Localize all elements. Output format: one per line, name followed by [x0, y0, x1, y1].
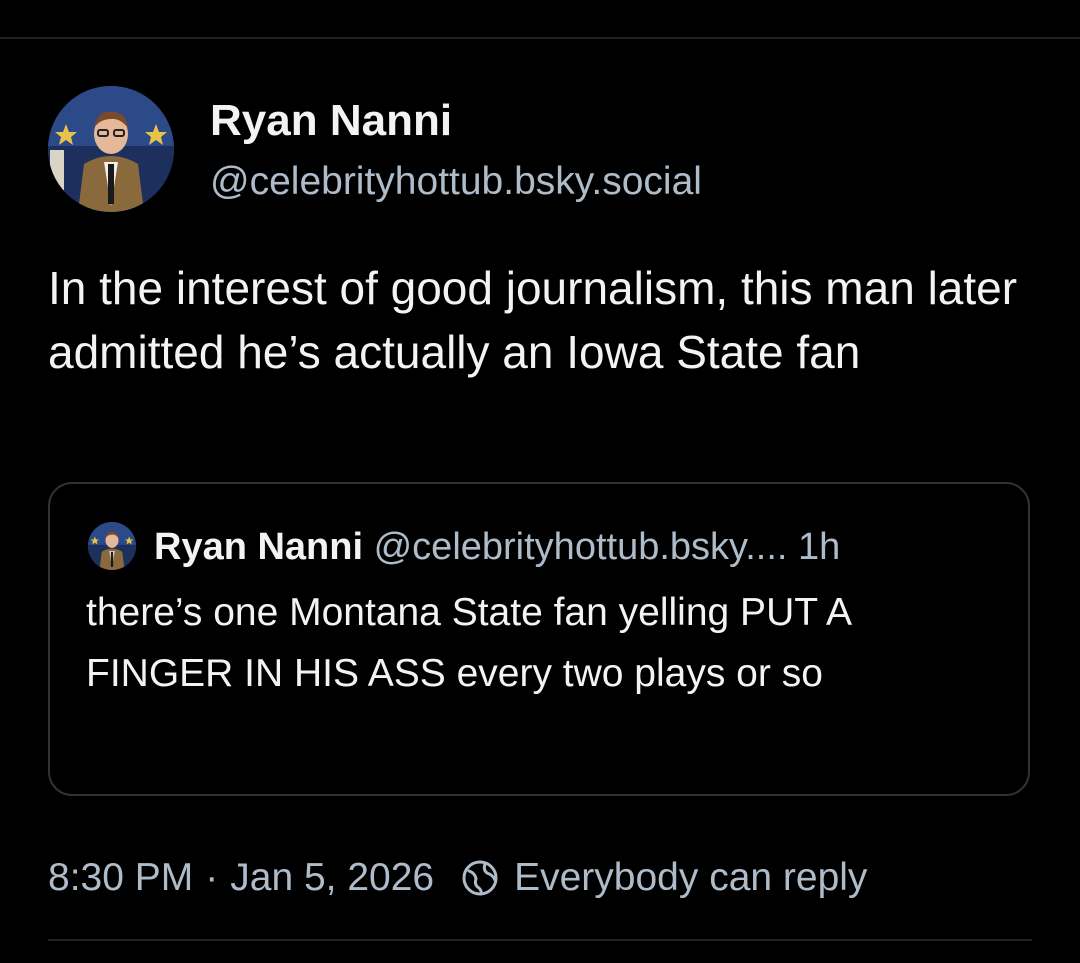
reply-setting[interactable]: Everybody can reply: [460, 856, 867, 900]
quoted-author-avatar[interactable]: [88, 522, 136, 570]
post-time: 8:30 PM: [48, 856, 194, 899]
post-text: In the interest of good journalism, this…: [48, 262, 1018, 378]
bottom-divider: [48, 939, 1032, 941]
globe-icon: [462, 860, 498, 896]
quoted-post-time: 1h: [798, 526, 841, 568]
author-avatar[interactable]: [48, 86, 174, 212]
user-avatar-icon: [88, 522, 136, 570]
quoted-post-header: Ryan Nanni @celebrityhottub.bsky.... 1h: [154, 522, 840, 572]
post-date: Jan 5, 2026: [230, 856, 435, 899]
user-avatar-icon: [48, 86, 174, 212]
author-display-name[interactable]: Ryan Nanni: [210, 96, 452, 146]
post-meta-row: 8:30 PM · Jan 5, 2026 Everybody can repl…: [48, 852, 867, 904]
quoted-post-card[interactable]: Ryan Nanni @celebrityhottub.bsky.... 1h …: [48, 482, 1030, 796]
reply-setting-label: Everybody can reply: [514, 856, 868, 899]
quoted-author-handle[interactable]: @celebrityhottub.bsky....: [374, 526, 788, 568]
quoted-post-text: there’s one Montana State fan yelling PU…: [86, 591, 850, 695]
top-divider: [0, 37, 1080, 39]
author-handle[interactable]: @celebrityhottub.bsky.social: [210, 160, 702, 204]
quoted-author-name[interactable]: Ryan Nanni: [154, 526, 363, 568]
meta-separator: ·: [205, 856, 219, 899]
